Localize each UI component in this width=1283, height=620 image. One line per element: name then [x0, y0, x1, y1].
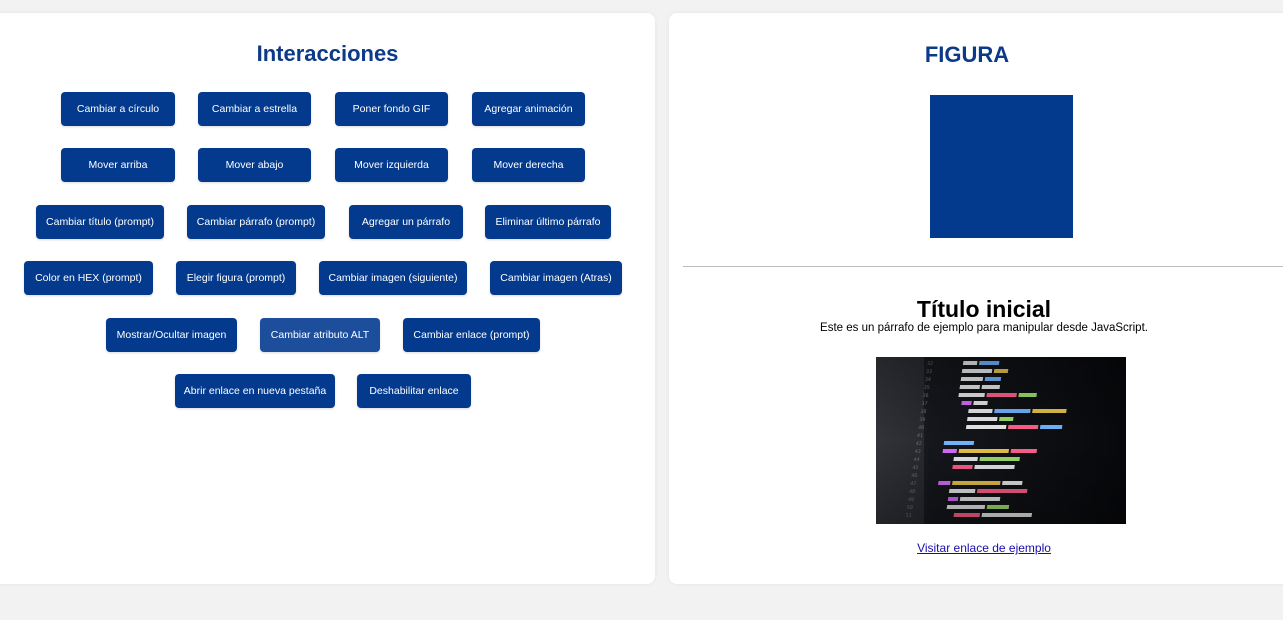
add-animation-button[interactable]: Agregar animación [472, 92, 585, 126]
remove-last-paragraph-button[interactable]: Eliminar último párrafo [485, 205, 611, 239]
next-image-button[interactable]: Cambiar imagen (siguiente) [319, 261, 467, 295]
document-paragraph: Este es un párrafo de ejemplo para manip… [820, 322, 1148, 334]
document-title: Título inicial [916, 296, 1052, 322]
change-to-star-button[interactable]: Cambiar a estrella [198, 92, 311, 126]
gif-background-button[interactable]: Poner fondo GIF [335, 92, 448, 126]
code-screenshot-image: 323334 353637 383940 414243 444546 47484… [876, 357, 1126, 524]
open-link-new-tab-button[interactable]: Abrir enlace en nueva pestaña [175, 374, 335, 408]
example-link[interactable]: Visitar enlace de ejemplo [652, 541, 1283, 555]
figure-panel: FIGURA Título inicial Este es un párrafo… [669, 13, 1283, 584]
move-left-button[interactable]: Mover izquierda [335, 148, 448, 182]
toggle-image-button[interactable]: Mostrar/Ocultar imagen [106, 318, 237, 352]
figure-title: FIGURA [924, 42, 1010, 67]
change-alt-attribute-button[interactable]: Cambiar atributo ALT [260, 318, 380, 352]
add-paragraph-button[interactable]: Agregar un párrafo [349, 205, 463, 239]
figure-square [930, 95, 1073, 238]
divider [683, 266, 1283, 267]
disable-link-button[interactable]: Deshabilitar enlace [357, 374, 471, 408]
change-to-circle-button[interactable]: Cambiar a círculo [61, 92, 175, 126]
move-up-button[interactable]: Mover arriba [61, 148, 175, 182]
change-paragraph-prompt-button[interactable]: Cambiar párrafo (prompt) [187, 205, 325, 239]
move-down-button[interactable]: Mover abajo [198, 148, 311, 182]
choose-figure-prompt-button[interactable]: Elegir figura (prompt) [176, 261, 296, 295]
change-link-prompt-button[interactable]: Cambiar enlace (prompt) [403, 318, 540, 352]
move-right-button[interactable]: Mover derecha [472, 148, 585, 182]
hex-color-prompt-button[interactable]: Color en HEX (prompt) [24, 261, 153, 295]
previous-image-button[interactable]: Cambiar imagen (Atras) [490, 261, 622, 295]
interactions-panel: Interacciones Cambiar a círculo Cambiar … [0, 13, 655, 584]
interactions-title: Interacciones [256, 41, 399, 66]
change-title-prompt-button[interactable]: Cambiar título (prompt) [36, 205, 164, 239]
